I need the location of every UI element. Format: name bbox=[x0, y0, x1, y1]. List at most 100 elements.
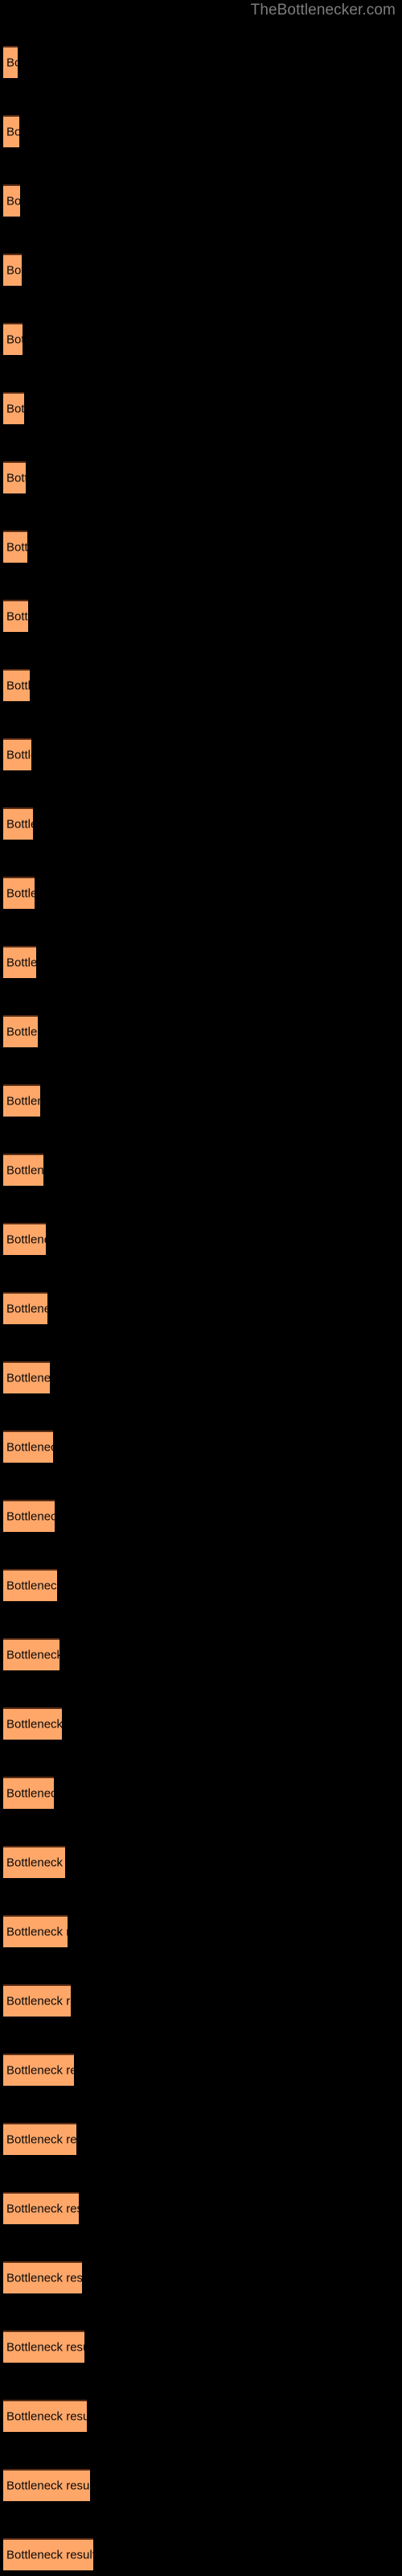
bar[interactable]: Bottleneck result bbox=[3, 46, 18, 78]
bar-row: Bottleneck result bbox=[0, 1915, 402, 1949]
bar[interactable]: Bottleneck result bbox=[3, 1154, 43, 1186]
bar[interactable]: Bottleneck result bbox=[3, 600, 28, 632]
bar-label: Bottleneck result bbox=[6, 1094, 40, 1108]
bar-label: Bottleneck result bbox=[6, 817, 33, 832]
bar[interactable]: Bottleneck result bbox=[3, 738, 31, 770]
bar-row: Bottleneck result bbox=[0, 2054, 402, 2087]
bar-row: Bottleneck result bbox=[0, 1707, 402, 1741]
bar-label: Bottleneck result bbox=[6, 1786, 54, 1801]
bar[interactable]: Bottleneck result bbox=[3, 323, 23, 355]
bar-row: Bottleneck result bbox=[0, 1223, 402, 1257]
bar[interactable]: Bottleneck result bbox=[3, 1638, 59, 1670]
bar-label: Bottleneck result bbox=[6, 2132, 76, 2147]
bar-row: Bottleneck result bbox=[0, 2400, 402, 2434]
bar[interactable]: Bottleneck result bbox=[3, 1084, 40, 1117]
bar-row: Bottleneck result bbox=[0, 530, 402, 564]
bar-row: Bottleneck result bbox=[0, 946, 402, 980]
bar-row: Bottleneck result bbox=[0, 2330, 402, 2364]
bar-row: Bottleneck result bbox=[0, 1777, 402, 1810]
bar-row: Bottleneck result bbox=[0, 600, 402, 634]
bar-label: Bottleneck result bbox=[6, 1856, 65, 1870]
bar-row: Bottleneck result bbox=[0, 1154, 402, 1187]
bar-label: Bottleneck result bbox=[6, 1440, 53, 1455]
bar-label: Bottleneck result bbox=[6, 886, 35, 901]
bar-row: Bottleneck result bbox=[0, 2538, 402, 2572]
bar[interactable]: Bottleneck result bbox=[3, 2261, 82, 2293]
bar-label: Bottleneck result bbox=[6, 1025, 38, 1039]
bar-row: Bottleneck result bbox=[0, 2192, 402, 2226]
bar-label: Bottleneck result bbox=[6, 1717, 62, 1732]
bar[interactable]: Bottleneck result bbox=[3, 1915, 68, 1947]
bar-label: Bottleneck result bbox=[6, 1232, 46, 1247]
bar-row: Bottleneck result bbox=[0, 877, 402, 910]
bar[interactable]: Bottleneck result bbox=[3, 1500, 55, 1532]
bar-row: Bottleneck result bbox=[0, 2261, 402, 2295]
bar-row: Bottleneck result bbox=[0, 1984, 402, 2018]
bar-label: Bottleneck result bbox=[6, 125, 19, 139]
bar[interactable]: Bottleneck result bbox=[3, 2330, 84, 2363]
bar-row: Bottleneck result bbox=[0, 1084, 402, 1118]
bar[interactable]: Bottleneck result bbox=[3, 2469, 90, 2501]
bar[interactable]: Bottleneck result bbox=[3, 1430, 53, 1463]
bar[interactable]: Bottleneck result bbox=[3, 1707, 62, 1740]
bar-row: Bottleneck result bbox=[0, 115, 402, 149]
bar[interactable]: Bottleneck result bbox=[3, 461, 26, 493]
bar-label: Bottleneck result bbox=[6, 2340, 84, 2355]
bar[interactable]: Bottleneck result bbox=[3, 669, 30, 701]
bar-label: Bottleneck result bbox=[6, 56, 18, 70]
bar[interactable]: Bottleneck result bbox=[3, 1569, 57, 1601]
bar[interactable]: Bottleneck result bbox=[3, 392, 24, 424]
bar-label: Bottleneck result bbox=[6, 1579, 57, 1593]
bar[interactable]: Bottleneck result bbox=[3, 2192, 79, 2224]
bar-label: Bottleneck result bbox=[6, 1648, 59, 1662]
bar-row: Bottleneck result bbox=[0, 254, 402, 287]
bar-row: Bottleneck result bbox=[0, 1292, 402, 1326]
bar-label: Bottleneck result bbox=[6, 2548, 93, 2562]
bar-label: Bottleneck result bbox=[6, 2479, 90, 2493]
bar-label: Bottleneck result bbox=[6, 956, 36, 970]
bar[interactable]: Bottleneck result bbox=[3, 1984, 71, 2017]
bar-row: Bottleneck result bbox=[0, 1569, 402, 1603]
bar[interactable]: Bottleneck result bbox=[3, 1223, 46, 1255]
bar-label: Bottleneck result bbox=[6, 402, 24, 416]
bar[interactable]: Bottleneck result bbox=[3, 946, 36, 978]
bar[interactable]: Bottleneck result bbox=[3, 184, 20, 217]
bar[interactable]: Bottleneck result bbox=[3, 1777, 54, 1809]
bar-row: Bottleneck result bbox=[0, 1361, 402, 1395]
bar-label: Bottleneck result bbox=[6, 332, 23, 347]
bar[interactable]: Bottleneck result bbox=[3, 2123, 76, 2155]
bar-row: Bottleneck result bbox=[0, 46, 402, 80]
bar-label: Bottleneck result bbox=[6, 471, 26, 485]
bar[interactable]: Bottleneck result bbox=[3, 1015, 38, 1047]
bar[interactable]: Bottleneck result bbox=[3, 115, 19, 147]
bar[interactable]: Bottleneck result bbox=[3, 877, 35, 909]
bar-row: Bottleneck result bbox=[0, 1015, 402, 1049]
bar-row: Bottleneck result bbox=[0, 807, 402, 841]
bar[interactable]: Bottleneck result bbox=[3, 1292, 47, 1324]
bar-label: Bottleneck result bbox=[6, 2063, 74, 2078]
bar-label: Bottleneck result bbox=[6, 2409, 87, 2424]
bar[interactable]: Bottleneck result bbox=[3, 1361, 50, 1393]
bar-row: Bottleneck result bbox=[0, 669, 402, 703]
bar[interactable]: Bottleneck result bbox=[3, 807, 33, 840]
bar-label: Bottleneck result bbox=[6, 1994, 71, 2008]
bar-row: Bottleneck result bbox=[0, 461, 402, 495]
bar-label: Bottleneck result bbox=[6, 748, 31, 762]
bar-label: Bottleneck result bbox=[6, 679, 30, 693]
bar-row: Bottleneck result bbox=[0, 1430, 402, 1464]
bar[interactable]: Bottleneck result bbox=[3, 530, 27, 563]
bar-label: Bottleneck result bbox=[6, 2271, 82, 2285]
bar-label: Bottleneck result bbox=[6, 540, 27, 555]
bar[interactable]: Bottleneck result bbox=[3, 1846, 65, 1878]
bar-row: Bottleneck result bbox=[0, 392, 402, 426]
bar-label: Bottleneck result bbox=[6, 2202, 79, 2216]
bar-row: Bottleneck result bbox=[0, 1500, 402, 1534]
bar[interactable]: Bottleneck result bbox=[3, 2538, 93, 2570]
bar[interactable]: Bottleneck result bbox=[3, 2054, 74, 2086]
bar[interactable]: Bottleneck result bbox=[3, 254, 22, 286]
bar-label: Bottleneck result bbox=[6, 1925, 68, 1939]
bar-label: Bottleneck result bbox=[6, 263, 22, 278]
bar[interactable]: Bottleneck result bbox=[3, 2400, 87, 2432]
bottleneck-bar-chart: Bottleneck result Bottleneck result Bottle… bbox=[0, 0, 402, 2576]
bar-label: Bottleneck result bbox=[6, 1509, 55, 1524]
